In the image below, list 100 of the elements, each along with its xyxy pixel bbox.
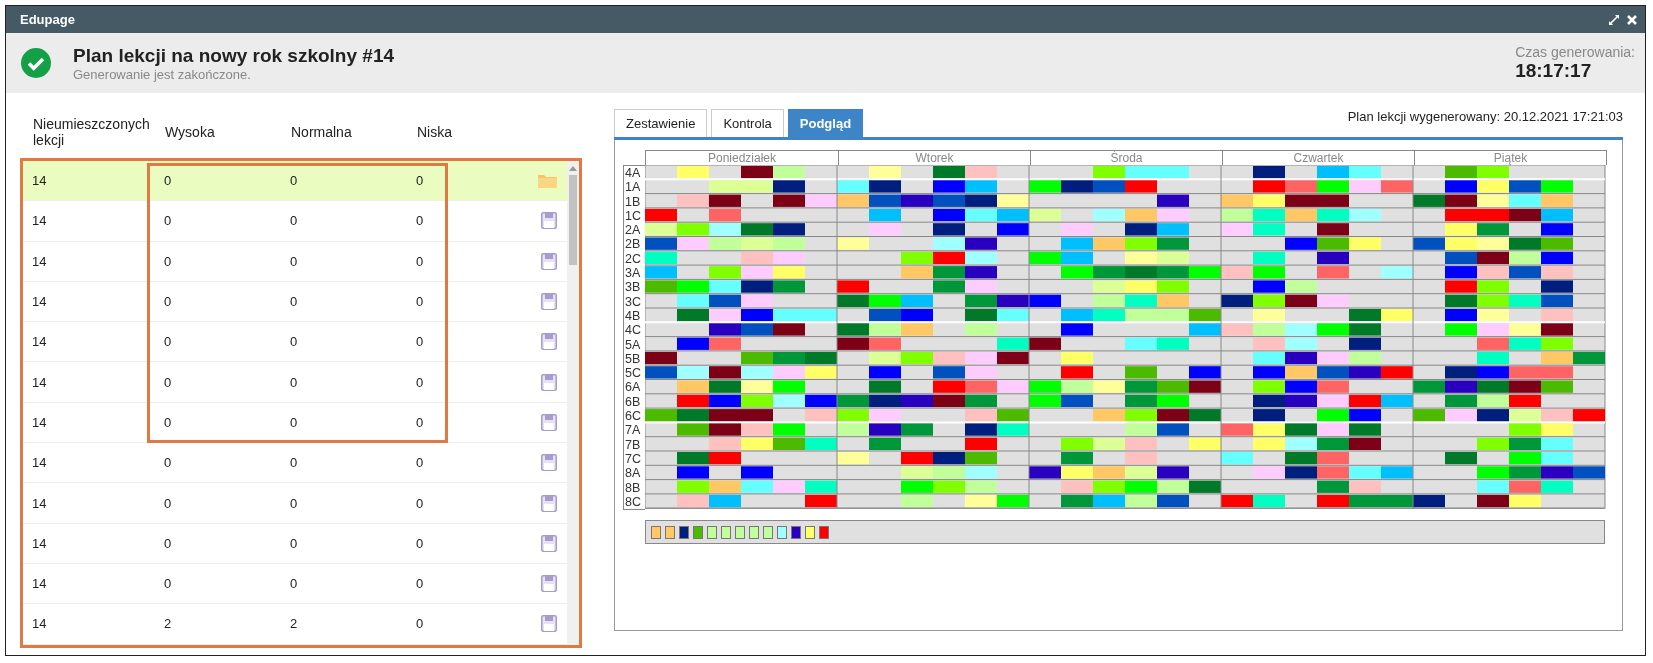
table-cell-text: 14 [32,253,48,269]
table-cell-text: 0 [416,616,425,632]
table-row[interactable]: 14 0 0 0 [23,523,567,564]
class-label: 3C [624,294,642,309]
class-label: 2B [624,237,642,252]
class-label: 5C [624,366,642,381]
table-cell-text: 0 [416,535,425,551]
class-label: 6B [624,394,642,410]
tab[interactable]: Kontrola [711,109,784,137]
table-cell-text: 0 [164,374,173,390]
table-cell-text: 14 [32,374,48,390]
class-label: 4B [624,308,642,324]
table-row[interactable]: 14 0 0 0 [23,322,567,363]
save-icon[interactable] [541,494,557,512]
generated-note: Plan lekcji wygenerowany: 20.12.2021 17:21:03 [1347,109,1623,124]
close-icon[interactable] [1627,14,1637,25]
table-cell-text: 0 [290,173,299,189]
table-row[interactable]: 14 0 0 0 [23,281,567,323]
class-label: 7C [624,451,642,467]
column-header: Nieumieszczonych lekcji [33,115,151,148]
table-cell-text: 0 [416,173,425,189]
table-cell-text: 14 [32,173,48,189]
save-icon[interactable] [541,454,557,472]
table-cell-text: 14 [32,455,48,471]
save-icon[interactable] [541,413,557,431]
folder-icon[interactable] [538,173,557,189]
class-label: 3A [624,266,642,281]
column-header: Niska [417,123,453,140]
table-cell-text: 0 [290,414,299,430]
tab[interactable]: Podgląd [787,109,864,137]
class-label: 1A [624,180,642,195]
table-cell-text: 0 [164,576,173,592]
class-label: 2A [624,223,642,238]
table-row[interactable]: 14 0 0 0 [23,443,567,484]
class-label: 8C [624,494,642,510]
table-row[interactable]: 14 0 0 0 [23,483,567,524]
save-icon[interactable] [541,373,557,391]
scroll-up-icon[interactable] [569,165,577,171]
save-icon[interactable] [541,212,557,230]
class-label: 8B [624,480,642,495]
time-value: 18:17:17 [1515,60,1592,82]
table-cell-text: 0 [290,576,299,592]
plan-title: Plan lekcji na nowy rok szkolny #14 [73,44,396,67]
table-cell-text: 0 [290,213,299,229]
save-icon[interactable] [541,333,557,351]
class-label: 2C [624,251,642,267]
table-cell-text: 0 [416,374,425,390]
table-cell-text: 14 [32,495,48,511]
table-cell-text: 0 [416,334,425,350]
table-row[interactable]: 14 0 0 0 [23,563,567,605]
class-label: 6C [624,409,642,424]
class-label: 7B [624,437,642,452]
tab[interactable]: Zestawienie [614,109,708,137]
class-label: 6A [624,380,642,395]
table-cell-text: 0 [164,455,173,471]
table-row[interactable]: 14 0 0 0 [23,241,567,282]
table-cell-text: 0 [290,455,299,471]
day-header: Poniedziałek [706,151,777,165]
table-row[interactable]: 14 0 0 0 [23,402,567,444]
save-icon[interactable] [541,293,557,311]
table-cell-text: 0 [164,294,173,310]
table-cell-text: 0 [290,535,299,551]
table-cell-text: 0 [290,253,299,269]
table-cell-text: 0 [416,414,425,430]
class-label: 4A [624,166,642,181]
time-label: Czas generowania: [1515,44,1635,60]
table-cell-text: 14 [32,414,48,430]
table-cell-text: 0 [416,294,425,310]
table-cell-text: 0 [164,414,173,430]
table-cell-text: 0 [290,334,299,350]
class-label: 1B [624,194,642,209]
table-row[interactable]: 14 0 0 0 [23,201,567,242]
table-cell-text: 0 [164,495,173,511]
class-label: 5B [624,351,642,367]
table-row[interactable]: 14 0 0 0 [23,362,567,403]
save-icon[interactable] [541,575,557,593]
table-cell-text: 14 [32,576,48,592]
table-cell-text: 0 [164,253,173,269]
table-cell-text: 14 [32,616,48,632]
table-cell-text: 0 [164,213,173,229]
table-row[interactable]: 14 0 0 0 [23,161,567,202]
success-check-icon [21,48,51,78]
class-label: 8A [624,466,642,481]
table-cell-text: 0 [290,495,299,511]
scrollbar[interactable] [567,161,579,645]
class-label: 3B [624,280,642,295]
table-cell-text: 0 [164,535,173,551]
save-icon[interactable] [541,615,557,633]
table-cell-text: 0 [416,576,425,592]
column-header: Normalna [291,123,353,140]
save-icon[interactable] [541,534,557,552]
table-cell-text: 14 [32,213,48,229]
expand-icon[interactable] [1609,14,1619,25]
table-cell-text: 0 [416,253,425,269]
table-cell-text: 0 [416,455,425,471]
table-cell-text: 14 [32,294,48,310]
save-icon[interactable] [541,252,557,270]
table-row[interactable]: 14 2 2 0 [23,604,567,645]
class-label: 4C [624,323,642,338]
scroll-thumb[interactable] [569,175,577,265]
